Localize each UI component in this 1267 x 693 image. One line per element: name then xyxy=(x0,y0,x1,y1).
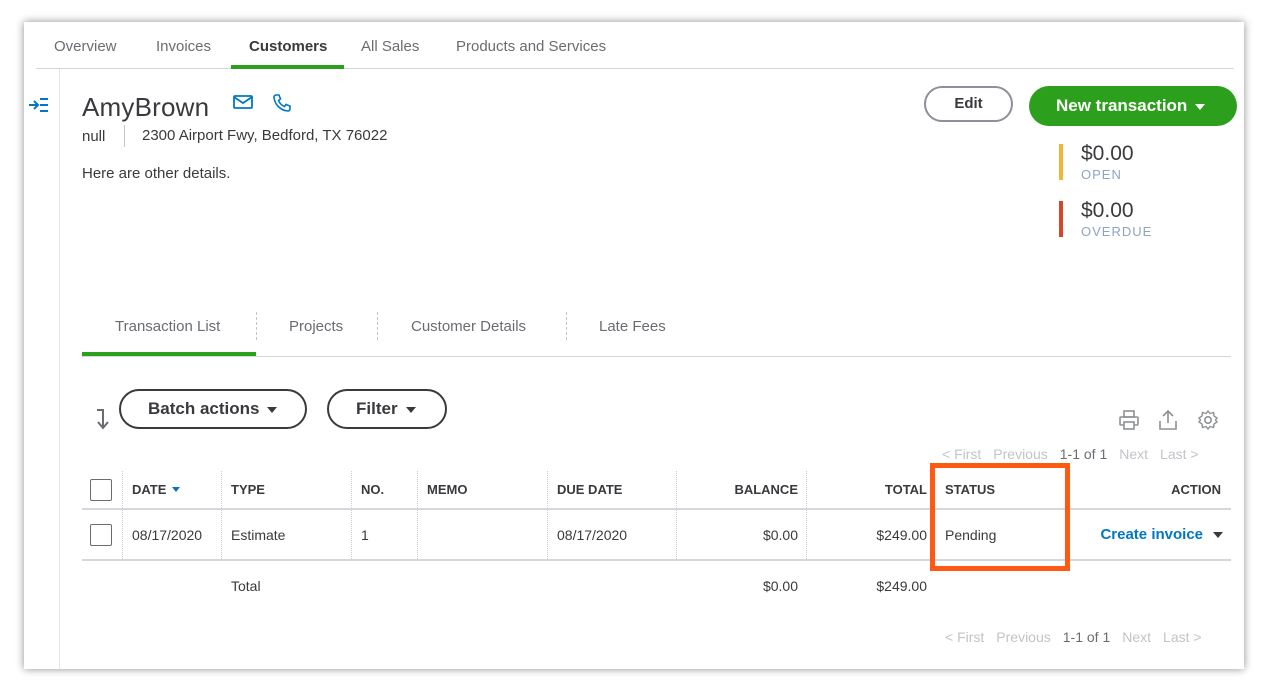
tab-invoices[interactable]: Invoices xyxy=(156,38,211,55)
column-divider xyxy=(221,510,222,559)
row-action: Create invoice xyxy=(1100,510,1223,559)
column-divider xyxy=(221,471,222,508)
tab-projects[interactable]: Projects xyxy=(289,318,343,335)
export-icon[interactable] xyxy=(1157,409,1179,436)
pager-bottom: < First Previous 1-1 of 1 Next Last > xyxy=(945,629,1214,645)
tab-all-sales[interactable]: All Sales xyxy=(361,38,419,55)
header-due-date[interactable]: DUE DATE xyxy=(557,471,622,508)
total-label: Total xyxy=(231,578,261,594)
pager-last[interactable]: Last > xyxy=(1160,446,1199,462)
pager-range: 1-1 of 1 xyxy=(1062,629,1111,645)
open-amount: $0.00 xyxy=(1081,142,1134,165)
open-label: OPEN xyxy=(1081,167,1122,182)
pager-last[interactable]: Last > xyxy=(1163,629,1202,645)
select-all-checkbox[interactable] xyxy=(90,478,112,501)
phone-icon[interactable] xyxy=(272,93,292,118)
batch-actions-button[interactable]: Batch actions xyxy=(119,389,307,429)
header-no[interactable]: NO. xyxy=(361,471,384,508)
tab-overview[interactable]: Overview xyxy=(54,38,117,55)
create-invoice-link[interactable]: Create invoice xyxy=(1100,526,1203,543)
header-date[interactable]: DATE xyxy=(132,471,181,508)
divider xyxy=(124,125,125,147)
chevron-down-icon[interactable] xyxy=(1213,531,1223,538)
pager-first[interactable]: < First xyxy=(945,629,984,645)
header-date-label: DATE xyxy=(132,482,167,497)
cell-type: Estimate xyxy=(231,526,286,543)
active-tab-indicator xyxy=(231,65,344,69)
total-amount: $249.00 xyxy=(876,578,927,594)
overdue-indicator xyxy=(1059,201,1063,237)
column-divider xyxy=(417,471,418,508)
header-balance[interactable]: BALANCE xyxy=(734,471,798,508)
overdue-amount: $0.00 xyxy=(1081,199,1134,222)
sub-tabs: Transaction List Projects Customer Detai… xyxy=(82,302,1231,357)
row-checkbox[interactable] xyxy=(90,523,112,546)
customer-name: AmyBrown xyxy=(82,92,210,122)
new-transaction-button[interactable]: New transaction xyxy=(1029,86,1237,126)
print-icon[interactable] xyxy=(1118,409,1140,436)
customer-company: null xyxy=(82,128,106,145)
tab-customers[interactable]: Customers xyxy=(249,38,327,55)
pager-next[interactable]: Next xyxy=(1122,629,1151,645)
tab-divider xyxy=(566,312,567,340)
pager-previous[interactable]: Previous xyxy=(993,446,1047,462)
tab-products-and-services[interactable]: Products and Services xyxy=(456,38,606,55)
edit-button[interactable]: Edit xyxy=(924,86,1013,122)
filter-button[interactable]: Filter xyxy=(327,389,447,429)
cell-total: $249.00 xyxy=(876,526,927,543)
tab-divider xyxy=(377,312,378,340)
column-divider xyxy=(676,471,677,508)
pager-next[interactable]: Next xyxy=(1119,446,1148,462)
cell-balance: $0.00 xyxy=(762,526,798,543)
tab-transaction-list[interactable]: Transaction List xyxy=(115,318,220,335)
customer-address: 2300 Airport Fwy, Bedford, TX 76022 xyxy=(142,127,388,144)
pager-top: < First Previous 1-1 of 1 Next Last > xyxy=(942,446,1211,462)
left-rail xyxy=(24,69,60,669)
chevron-down-icon xyxy=(405,406,416,413)
column-divider xyxy=(351,471,352,508)
pager-first[interactable]: < First xyxy=(942,446,981,462)
batch-actions-label: Batch actions xyxy=(148,399,260,418)
gear-icon[interactable] xyxy=(1197,409,1219,436)
pager-range: 1-1 of 1 xyxy=(1059,446,1108,462)
sort-down-icon xyxy=(172,487,181,492)
header-total[interactable]: TOTAL xyxy=(885,471,927,508)
cell-no: 1 xyxy=(361,526,369,543)
column-divider xyxy=(122,510,123,559)
column-divider xyxy=(122,471,123,508)
header-type[interactable]: TYPE xyxy=(231,471,265,508)
expand-panel-icon[interactable] xyxy=(28,96,50,119)
tab-divider xyxy=(256,312,257,340)
active-subtab-indicator xyxy=(82,352,256,356)
mail-icon[interactable] xyxy=(233,94,253,115)
column-divider xyxy=(547,510,548,559)
tab-customer-details[interactable]: Customer Details xyxy=(411,318,526,335)
pager-previous[interactable]: Previous xyxy=(996,629,1050,645)
sort-arrow-icon[interactable] xyxy=(94,407,112,436)
filter-label: Filter xyxy=(356,399,398,418)
row-select-cell xyxy=(82,510,122,559)
open-indicator xyxy=(1059,144,1063,180)
customer-details: Here are other details. xyxy=(82,165,231,182)
tab-late-fees[interactable]: Late Fees xyxy=(599,318,666,335)
column-divider xyxy=(806,471,807,508)
header-select-cell xyxy=(82,471,122,508)
column-divider xyxy=(806,510,807,559)
total-balance: $0.00 xyxy=(762,578,798,594)
header-memo[interactable]: MEMO xyxy=(427,471,467,508)
new-transaction-label: New transaction xyxy=(1056,96,1188,115)
cell-due-date: 08/17/2020 xyxy=(557,526,628,543)
app-window: Overview Invoices Customers All Sales Pr… xyxy=(24,22,1244,669)
status-highlight-box xyxy=(930,463,1070,571)
chevron-down-icon xyxy=(1195,103,1206,110)
overdue-label: OVERDUE xyxy=(1081,224,1153,239)
top-nav: Overview Invoices Customers All Sales Pr… xyxy=(36,22,1234,69)
chevron-down-icon xyxy=(267,406,278,413)
column-divider xyxy=(676,510,677,559)
header-action: ACTION xyxy=(1171,482,1221,497)
column-divider xyxy=(547,471,548,508)
column-divider xyxy=(417,510,418,559)
cell-date: 08/17/2020 xyxy=(132,526,203,543)
column-divider xyxy=(351,510,352,559)
